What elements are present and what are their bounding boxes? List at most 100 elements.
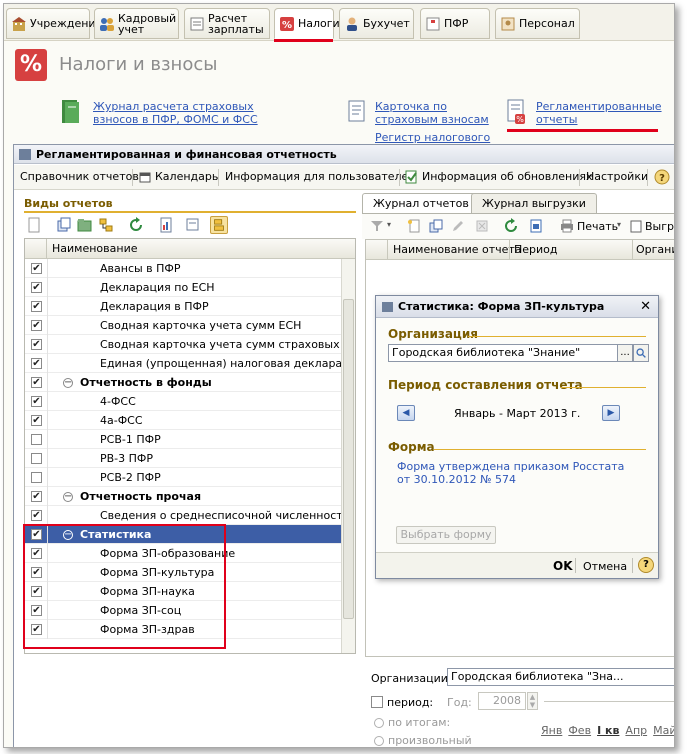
new-report-icon[interactable] xyxy=(406,218,422,234)
tab-pfr[interactable]: ПФР xyxy=(420,8,490,39)
row-checkbox[interactable]: ✔ xyxy=(31,320,42,331)
cmd-calendar[interactable]: Календарь xyxy=(155,170,218,184)
row-checkbox[interactable]: ✔ xyxy=(31,415,42,426)
row-checkbox[interactable]: ✔ xyxy=(31,491,42,502)
list-item[interactable]: ✔ Декларация в ПФР xyxy=(25,297,341,316)
cancel-button[interactable]: Отмена xyxy=(583,560,627,573)
row-checkbox[interactable] xyxy=(31,472,42,483)
folder-add-icon[interactable] xyxy=(76,216,94,234)
close-icon[interactable]: ✕ xyxy=(640,300,651,314)
select-organization-button[interactable]: ... xyxy=(617,344,633,362)
delete-icon[interactable] xyxy=(474,218,490,234)
month-link[interactable]: I кв xyxy=(597,724,619,737)
row-checkbox[interactable]: ✔ xyxy=(31,377,42,388)
period-label: период: xyxy=(387,696,434,709)
row-checkbox[interactable] xyxy=(31,453,42,464)
tab-accounting[interactable]: Бухучет xyxy=(339,8,414,39)
month-link[interactable]: Апр xyxy=(625,724,647,737)
edit-icon[interactable] xyxy=(450,218,466,234)
collapse-toggle-icon[interactable]: − xyxy=(63,378,73,388)
list-item[interactable]: ✔ Сводная карточка учета сумм ЕСН xyxy=(25,316,341,335)
cmd-report-directory[interactable]: Справочник отчетов xyxy=(20,170,139,184)
custom-period-radio[interactable] xyxy=(374,736,384,746)
refresh-journal-icon[interactable] xyxy=(503,218,519,234)
filter-icon[interactable] xyxy=(370,219,384,233)
export-button[interactable]: Выгру xyxy=(645,220,674,233)
link-regulated-reports[interactable]: Регламентированные отчеты xyxy=(536,100,662,126)
name-column-header[interactable]: Наименование xyxy=(52,242,137,255)
list-item[interactable]: ✔ Сведения о среднесписочной численности xyxy=(25,506,350,525)
list-scrollbar[interactable] xyxy=(341,259,355,653)
print-button[interactable]: Печать xyxy=(577,220,618,233)
cmd-user-info[interactable]: Информация для пользователей xyxy=(225,170,415,184)
copy-icon[interactable] xyxy=(55,216,73,234)
cmd-update-info[interactable]: Информация об обновлениях xyxy=(422,170,593,184)
tab-staff[interactable]: Персонал xyxy=(495,8,580,39)
print-dropdown-icon[interactable]: ▾ xyxy=(617,220,621,229)
list-item[interactable]: РСВ-1 ПФР xyxy=(25,430,341,449)
report-icon[interactable] xyxy=(157,216,175,234)
col-organization[interactable]: Организ xyxy=(636,240,674,260)
list-item[interactable]: РСВ-2 ПФР xyxy=(25,468,341,487)
month-link[interactable]: Янв xyxy=(541,724,562,737)
col-period[interactable]: Период xyxy=(514,240,558,260)
new-document-icon[interactable] xyxy=(25,216,43,234)
search-icon[interactable] xyxy=(633,344,649,362)
list-item[interactable]: ✔ Декларация по ЕСН xyxy=(25,278,341,297)
tab-export-journal[interactable]: Журнал выгрузки xyxy=(471,193,597,213)
form-approval-link[interactable]: Форма утверждена приказом Росстата от 30… xyxy=(397,460,637,486)
help-icon[interactable]: ? xyxy=(654,169,670,185)
list-item[interactable]: РВ-3 ПФР xyxy=(25,449,341,468)
dialog-help-icon[interactable]: ? xyxy=(638,557,654,573)
tab-taxes[interactable]: % Налоги xyxy=(274,8,340,39)
period-slider-track[interactable] xyxy=(544,701,674,702)
filter-dropdown-icon[interactable]: ▾ xyxy=(387,220,391,229)
organization-field[interactable]: Городская библиотека "Знание" xyxy=(388,344,618,362)
row-checkbox[interactable]: ✔ xyxy=(31,282,42,293)
copy-report-icon[interactable] xyxy=(428,218,444,234)
row-checkbox[interactable]: ✔ xyxy=(31,339,42,350)
by-totals-radio[interactable] xyxy=(374,718,384,728)
prev-period-button[interactable]: ◀ xyxy=(397,405,415,421)
list-item[interactable]: ✔ Сводная карточка учета сумм страховых в… xyxy=(25,335,355,354)
list-group-row[interactable]: ✔ − Отчетность в фонды xyxy=(25,373,341,392)
col-report-name[interactable]: Наименование отчета xyxy=(393,240,522,260)
row-checkbox[interactable]: ✔ xyxy=(31,396,42,407)
row-checkbox[interactable]: ✔ xyxy=(31,301,42,312)
ok-button[interactable]: OK xyxy=(553,559,573,573)
tab-institution[interactable]: Учреждение xyxy=(6,8,102,39)
year-spinner-icon[interactable]: ▲ ▼ xyxy=(527,692,538,710)
list-item[interactable]: ✔ 4а-ФСС xyxy=(25,411,341,430)
row-checkbox[interactable]: ✔ xyxy=(31,510,42,521)
scrollbar-thumb[interactable] xyxy=(343,299,354,619)
tab-report-journal[interactable]: Журнал отчетов xyxy=(362,193,480,213)
collapse-toggle-icon[interactable]: − xyxy=(63,492,73,502)
month-link[interactable]: Фев xyxy=(568,724,591,737)
row-checkbox[interactable] xyxy=(31,434,42,445)
tab-hr[interactable]: Кадровый учет xyxy=(94,8,179,39)
hierarchy-icon[interactable] xyxy=(97,216,115,234)
link-tax-register[interactable]: Регистр налогового xyxy=(375,131,490,144)
choose-form-button[interactable]: Выбрать форму xyxy=(396,526,496,544)
list-item[interactable]: ✔ Единая (упрощенная) налоговая деклараци… xyxy=(25,354,355,373)
refresh-icon[interactable] xyxy=(127,216,145,234)
link-insurance-card[interactable]: Карточка по страховым взносам xyxy=(375,100,489,126)
row-checkbox[interactable]: ✔ xyxy=(31,263,42,274)
list-group-row[interactable]: ✔ − Отчетность прочая xyxy=(25,487,341,506)
tree-mode-icon[interactable] xyxy=(210,216,228,234)
link-insurance-journal[interactable]: Журнал расчета страховых взносов в ПФР, … xyxy=(93,100,258,126)
list-item[interactable]: ✔ 4-ФСС xyxy=(25,392,341,411)
cmd-settings[interactable]: Настройки xyxy=(586,170,648,184)
dialog-title: Статистика: Форма ЗП-культура xyxy=(398,300,605,313)
export-file-icon[interactable] xyxy=(528,218,544,234)
print-preview-icon[interactable] xyxy=(184,216,202,234)
organizations-field[interactable]: Городская библиотека "Зна... xyxy=(447,668,674,686)
year-field[interactable]: 2008 xyxy=(478,692,526,710)
month-link[interactable]: Май xyxy=(653,724,674,737)
row-label: Сводная карточка учета сумм ЕСН xyxy=(100,319,302,332)
next-period-button[interactable]: ▶ xyxy=(602,405,620,421)
list-item[interactable]: ✔ Авансы в ПФР xyxy=(25,259,341,278)
period-checkbox[interactable] xyxy=(371,696,383,708)
row-checkbox[interactable]: ✔ xyxy=(31,358,42,369)
tab-payroll[interactable]: Расчет зарплаты xyxy=(184,8,270,39)
